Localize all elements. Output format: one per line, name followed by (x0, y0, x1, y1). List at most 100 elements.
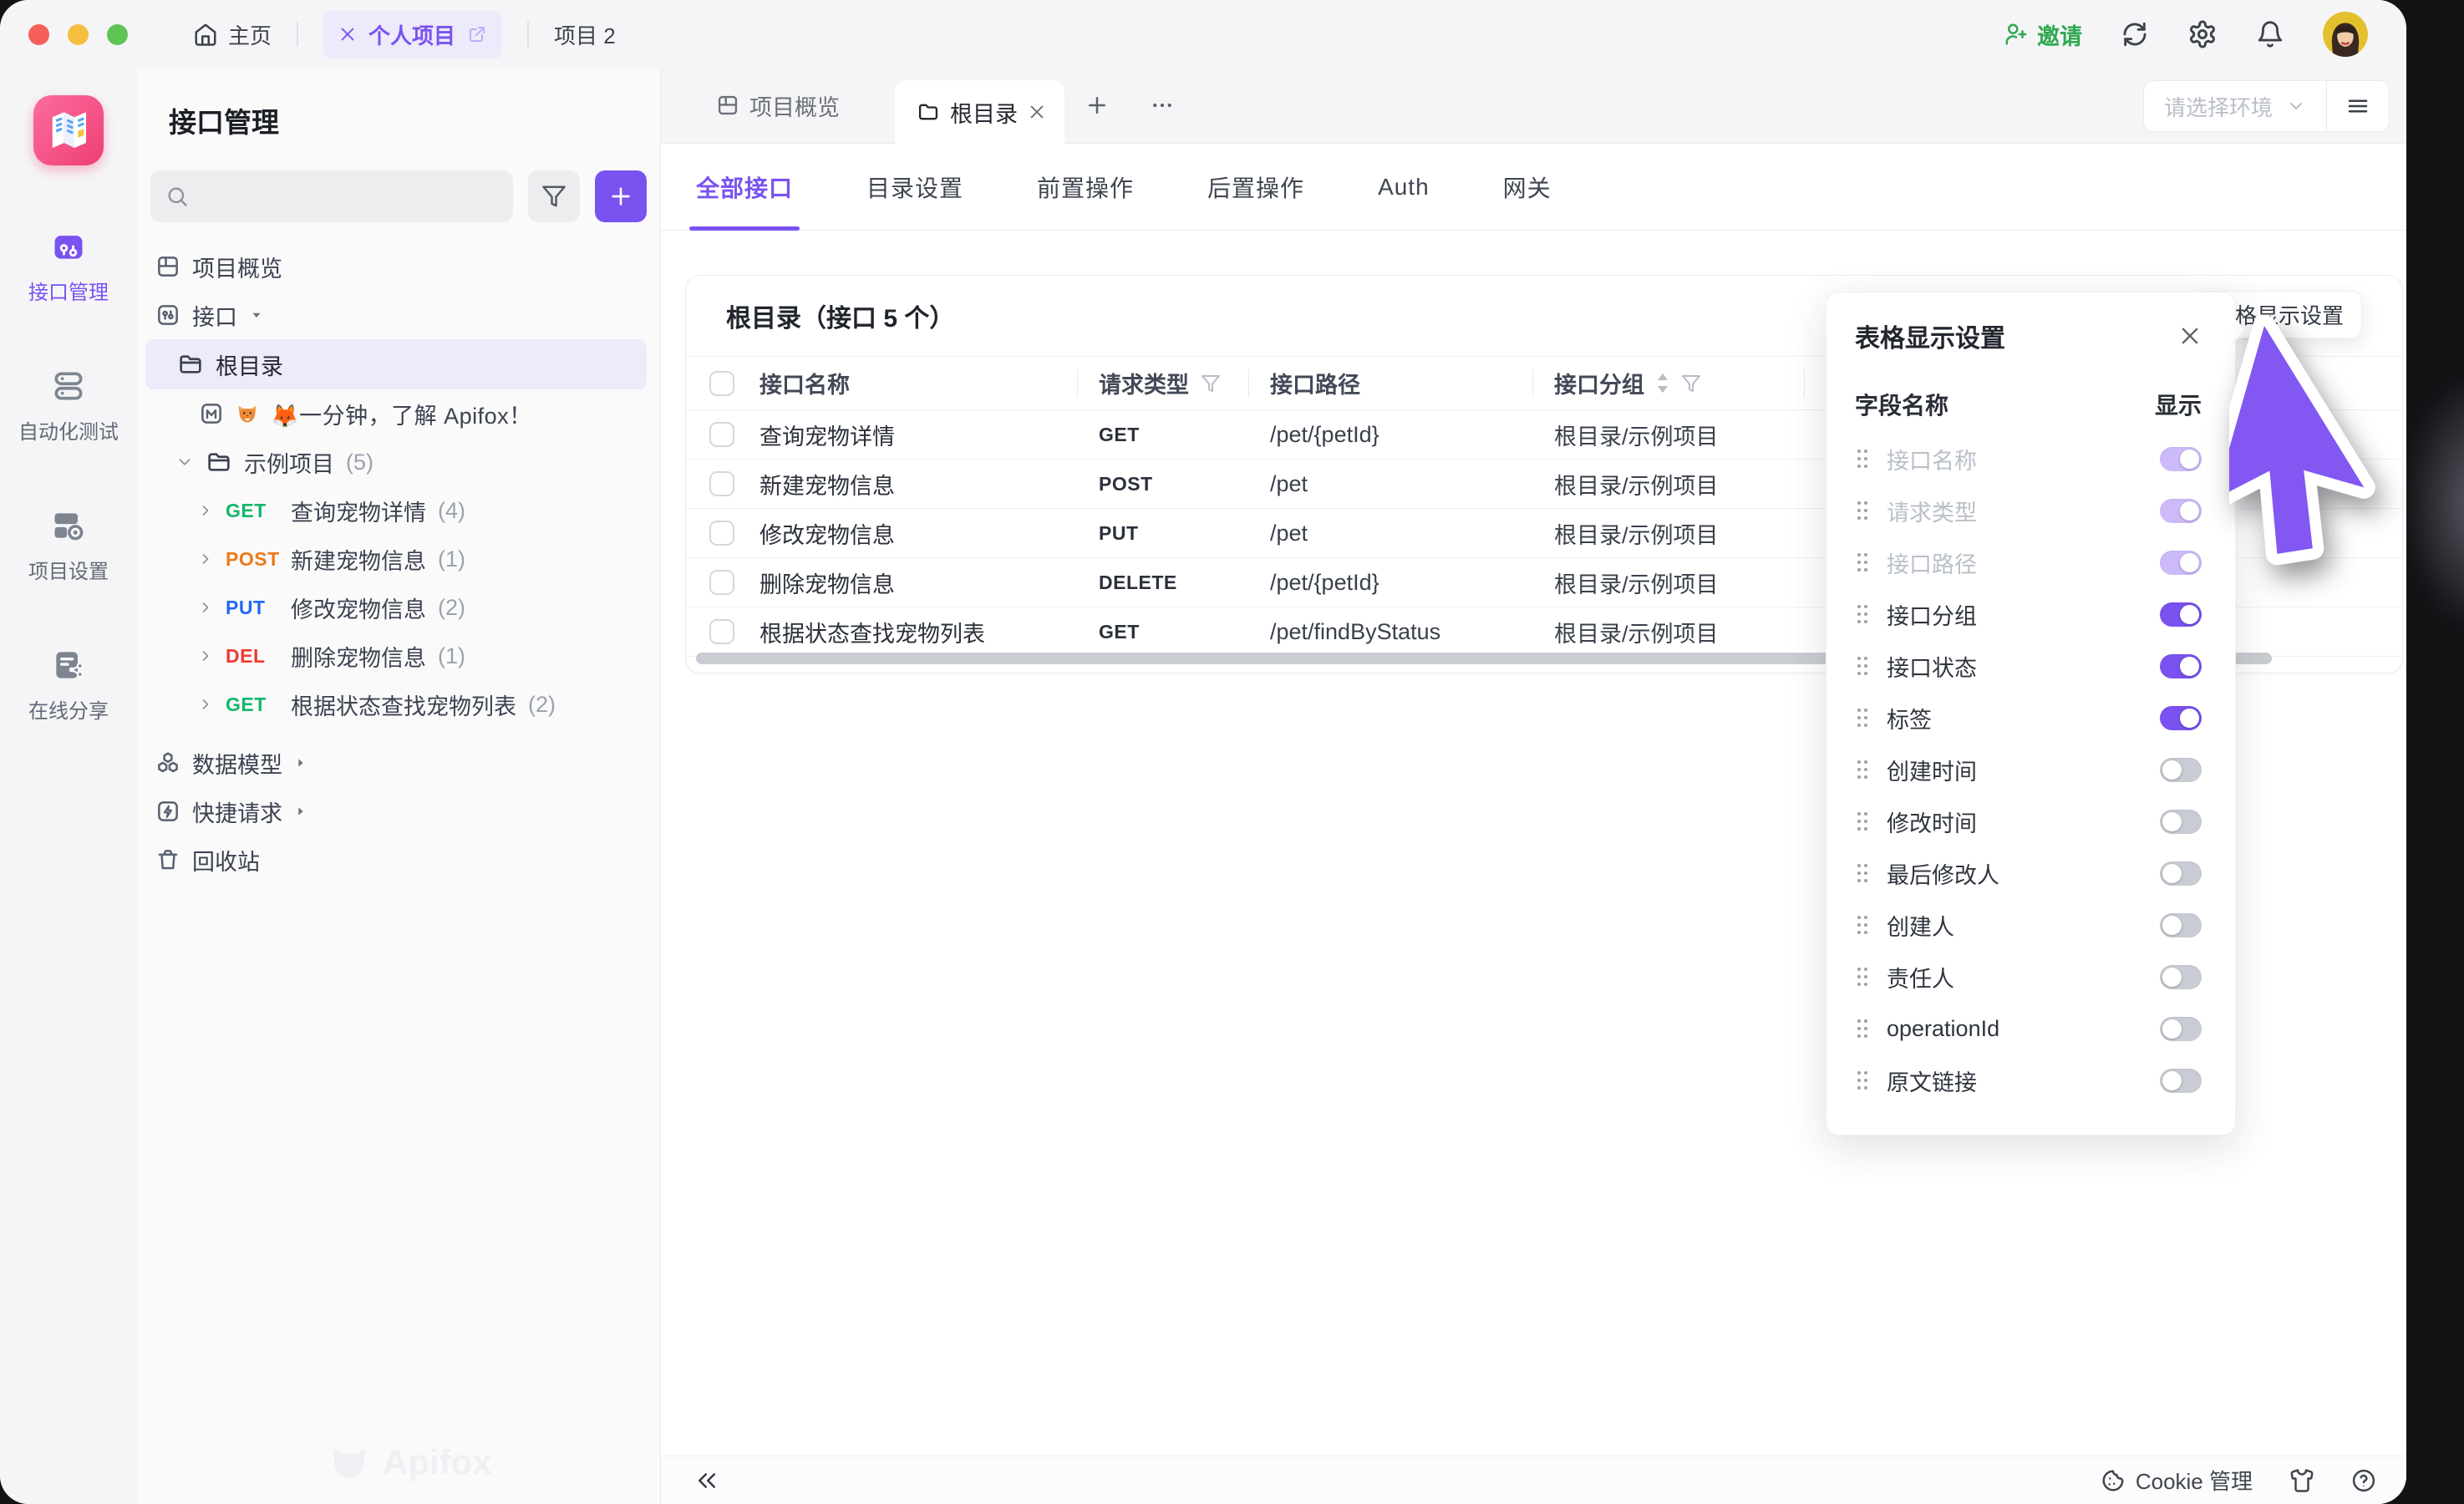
drag-handle-icon[interactable] (1855, 1070, 1870, 1091)
user-avatar[interactable] (2323, 12, 2368, 57)
drag-handle-icon[interactable] (1855, 500, 1870, 521)
tree-item-data-models[interactable]: 数据模型 (137, 739, 660, 787)
caret-right-icon[interactable] (294, 805, 307, 818)
search-input[interactable] (150, 170, 513, 222)
toggle[interactable] (2160, 654, 2202, 678)
tree-item-endpoint[interactable]: PUT 修改宠物信息 (2) (137, 583, 660, 632)
close-icon[interactable] (2178, 324, 2202, 348)
toggle[interactable] (2160, 758, 2202, 782)
drag-handle-icon[interactable] (1855, 603, 1870, 625)
toggle[interactable] (2160, 1069, 2202, 1093)
chevron-down-icon[interactable] (175, 453, 194, 471)
row-checkbox[interactable] (709, 570, 734, 595)
row-checkbox[interactable] (709, 619, 734, 644)
merch-shirt-icon[interactable] (2289, 1468, 2314, 1493)
tree-item-endpoint[interactable]: DEL 删除宠物信息 (1) (137, 632, 660, 680)
menu-hamburger-icon[interactable] (2327, 94, 2389, 119)
home-tab[interactable]: 主页 (193, 19, 272, 50)
zoom-window-button[interactable] (107, 24, 128, 45)
open-in-new-icon[interactable] (467, 24, 487, 44)
toggle[interactable] (2160, 810, 2202, 834)
subtab-auth[interactable]: Auth (1378, 144, 1430, 231)
field-row: 接口路径 (1855, 536, 2202, 588)
rail-item-automation-test[interactable]: 自动化测试 (18, 367, 119, 445)
drag-handle-icon[interactable] (1855, 707, 1870, 729)
environment-select[interactable]: 请选择环境 (2144, 91, 2326, 122)
select-all-checkbox[interactable] (709, 371, 734, 396)
rail-item-api-management[interactable]: 接口管理 (28, 227, 109, 305)
toggle[interactable] (2160, 602, 2202, 627)
chevron-right-icon[interactable] (197, 599, 214, 616)
chevron-right-icon[interactable] (197, 502, 214, 519)
tree-item-recycle-bin[interactable]: 回收站 (137, 836, 660, 884)
toggle[interactable] (2160, 913, 2202, 937)
toggle[interactable] (2160, 861, 2202, 886)
drag-handle-icon[interactable] (1855, 759, 1870, 780)
tree-item-api-root[interactable]: 接口 (137, 291, 660, 339)
caret-down-icon[interactable] (249, 307, 264, 323)
tree-item-endpoint[interactable]: GET 根据状态查找宠物列表 (2) (137, 680, 660, 729)
rail-item-online-share[interactable]: 在线分享 (28, 646, 109, 724)
drag-handle-icon[interactable] (1855, 914, 1870, 936)
toggle[interactable] (2160, 447, 2202, 471)
row-checkbox[interactable] (709, 471, 734, 496)
chevron-right-icon[interactable] (197, 551, 214, 567)
drag-handle-icon[interactable] (1855, 862, 1870, 884)
project-tab-active[interactable]: 个人项目 (323, 11, 502, 58)
row-checkbox[interactable] (709, 422, 734, 447)
drag-handle-icon[interactable] (1855, 966, 1870, 988)
toggle[interactable] (2160, 706, 2202, 730)
chevron-right-icon[interactable] (197, 696, 214, 713)
tree-item-endpoint[interactable]: GET 查询宠物详情 (4) (137, 486, 660, 535)
new-tab-plus-icon[interactable] (1064, 68, 1130, 143)
filter-funnel-icon[interactable] (1681, 373, 1701, 394)
app-logo[interactable] (33, 95, 104, 165)
notifications-bell-icon[interactable] (2256, 20, 2284, 48)
tree-item-quick-request[interactable]: 快捷请求 (137, 787, 660, 836)
project2-tab[interactable]: 项目 2 (554, 19, 616, 50)
doc-tab-root-folder-active[interactable]: 根目录 (895, 80, 1064, 144)
toggle[interactable] (2160, 551, 2202, 575)
filter-button[interactable] (528, 170, 580, 222)
sync-icon[interactable] (2121, 20, 2149, 48)
drag-handle-icon[interactable] (1855, 655, 1870, 677)
automation-test-icon (50, 367, 87, 405)
tree-item-doc-apifox-intro[interactable]: 🦊一分钟，了解 Apifox！ (137, 389, 660, 438)
subtab-all-apis[interactable]: 全部接口 (696, 144, 793, 231)
settings-gear-icon[interactable] (2187, 19, 2218, 49)
caret-right-icon[interactable] (294, 756, 307, 770)
sort-icon[interactable] (1656, 373, 1669, 393)
collapse-sidebar-icon[interactable] (694, 1468, 719, 1493)
minimize-window-button[interactable] (68, 24, 89, 45)
toggle[interactable] (2160, 1017, 2202, 1041)
tree-item-root-folder-selected[interactable]: 根目录 (145, 339, 647, 389)
cookie-icon (2101, 1468, 2126, 1493)
subtab-folder-settings[interactable]: 目录设置 (866, 144, 963, 231)
row-checkbox[interactable] (709, 521, 734, 546)
subtab-post-operations[interactable]: 后置操作 (1207, 144, 1304, 231)
help-icon[interactable] (2351, 1468, 2376, 1493)
drag-handle-icon[interactable] (1855, 810, 1870, 832)
subtab-gateway[interactable]: 网关 (1503, 144, 1552, 231)
tree-item-project-overview[interactable]: 项目概览 (137, 242, 660, 291)
subtab-pre-operations[interactable]: 前置操作 (1037, 144, 1134, 231)
close-tab-icon[interactable] (1028, 103, 1046, 121)
invite-button[interactable]: 邀请 (2004, 18, 2082, 51)
doc-tab-project-overview[interactable]: 项目概览 (694, 68, 861, 143)
show-column-label: 显示 (2155, 388, 2202, 421)
cookie-manager-button[interactable]: Cookie 管理 (2101, 1465, 2253, 1496)
toggle[interactable] (2160, 965, 2202, 989)
chevron-right-icon[interactable] (197, 648, 214, 664)
more-tabs-icon[interactable] (1130, 68, 1195, 143)
tree-item-example-folder[interactable]: 示例项目 (5) (137, 438, 660, 486)
drag-handle-icon[interactable] (1855, 1018, 1870, 1039)
drag-handle-icon[interactable] (1855, 551, 1870, 573)
filter-funnel-icon[interactable] (1201, 373, 1221, 394)
close-tab-icon[interactable] (338, 25, 357, 43)
drag-handle-icon[interactable] (1855, 448, 1870, 470)
close-window-button[interactable] (28, 24, 49, 45)
toggle[interactable] (2160, 499, 2202, 523)
add-button[interactable] (595, 170, 647, 222)
rail-item-project-settings[interactable]: 项目设置 (28, 506, 109, 584)
tree-item-endpoint[interactable]: POST 新建宠物信息 (1) (137, 535, 660, 583)
